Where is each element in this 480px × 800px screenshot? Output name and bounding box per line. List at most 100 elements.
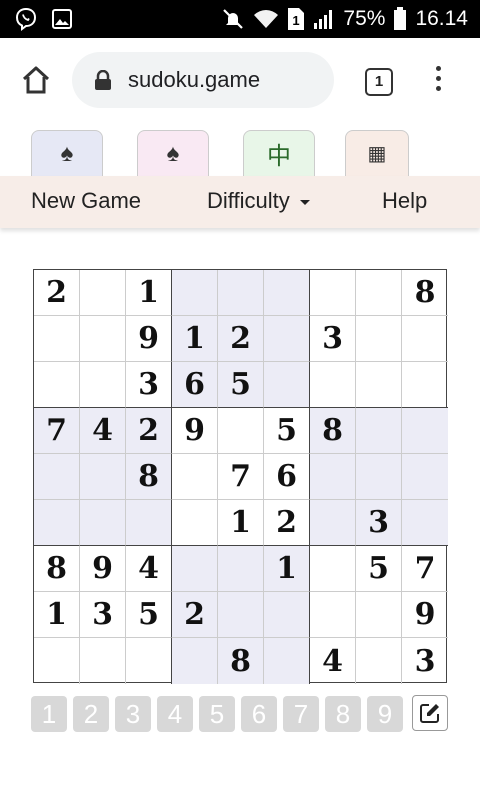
sudoku-cell[interactable] bbox=[80, 500, 126, 546]
help-button[interactable]: Help bbox=[382, 188, 427, 214]
sudoku-cell[interactable]: 7 bbox=[34, 408, 80, 454]
sudoku-cell[interactable] bbox=[34, 454, 80, 500]
sudoku-cell[interactable]: 2 bbox=[172, 592, 218, 638]
tab-mahjong[interactable]: 中 bbox=[243, 130, 315, 176]
sudoku-cell[interactable]: 7 bbox=[218, 454, 264, 500]
sudoku-cell[interactable] bbox=[126, 500, 172, 546]
sudoku-cell[interactable] bbox=[356, 638, 402, 684]
sudoku-cell[interactable]: 5 bbox=[264, 408, 310, 454]
sudoku-cell[interactable] bbox=[80, 270, 126, 316]
sudoku-cell[interactable]: 8 bbox=[310, 408, 356, 454]
sudoku-cell[interactable] bbox=[402, 316, 448, 362]
sudoku-cell[interactable]: 9 bbox=[172, 408, 218, 454]
difficulty-dropdown[interactable]: Difficulty bbox=[207, 188, 310, 214]
sudoku-cell[interactable]: 5 bbox=[356, 546, 402, 592]
sudoku-cell[interactable]: 1 bbox=[126, 270, 172, 316]
sudoku-cell[interactable]: 3 bbox=[126, 362, 172, 408]
sudoku-cell[interactable]: 3 bbox=[80, 592, 126, 638]
sudoku-cell[interactable] bbox=[356, 408, 402, 454]
number-key[interactable]: 8 bbox=[325, 696, 361, 732]
sudoku-cell[interactable]: 1 bbox=[172, 316, 218, 362]
sudoku-cell[interactable]: 7 bbox=[402, 546, 448, 592]
sudoku-cell[interactable]: 2 bbox=[34, 270, 80, 316]
sudoku-cell[interactable]: 4 bbox=[126, 546, 172, 592]
sudoku-cell[interactable] bbox=[264, 638, 310, 684]
sudoku-cell[interactable]: 4 bbox=[310, 638, 356, 684]
sudoku-cell[interactable]: 9 bbox=[80, 546, 126, 592]
sudoku-cell[interactable] bbox=[34, 316, 80, 362]
overflow-menu-button[interactable] bbox=[430, 66, 446, 94]
sudoku-cell[interactable] bbox=[356, 454, 402, 500]
sudoku-cell[interactable] bbox=[80, 316, 126, 362]
sudoku-cell[interactable] bbox=[264, 592, 310, 638]
sudoku-cell[interactable] bbox=[80, 454, 126, 500]
sudoku-cell[interactable] bbox=[402, 454, 448, 500]
sudoku-cell[interactable]: 4 bbox=[80, 408, 126, 454]
number-key[interactable]: 5 bbox=[199, 696, 235, 732]
sudoku-cell[interactable] bbox=[172, 500, 218, 546]
sudoku-cell[interactable] bbox=[172, 546, 218, 592]
sudoku-cell[interactable] bbox=[356, 270, 402, 316]
sudoku-cell[interactable]: 6 bbox=[172, 362, 218, 408]
sudoku-cell[interactable] bbox=[34, 362, 80, 408]
sudoku-cell[interactable]: 1 bbox=[218, 500, 264, 546]
sudoku-cell[interactable] bbox=[172, 454, 218, 500]
number-key[interactable]: 9 bbox=[367, 696, 403, 732]
sudoku-cell[interactable] bbox=[126, 638, 172, 684]
sudoku-cell[interactable] bbox=[264, 316, 310, 362]
tab-spades-1[interactable]: ♠ bbox=[31, 130, 103, 176]
number-key[interactable]: 7 bbox=[283, 696, 319, 732]
sudoku-cell[interactable] bbox=[80, 638, 126, 684]
sudoku-cell[interactable]: 8 bbox=[218, 638, 264, 684]
sudoku-cell[interactable] bbox=[402, 408, 448, 454]
sudoku-cell[interactable] bbox=[218, 270, 264, 316]
sudoku-cell[interactable]: 3 bbox=[402, 638, 448, 684]
number-key[interactable]: 2 bbox=[73, 696, 109, 732]
sudoku-cell[interactable] bbox=[310, 454, 356, 500]
sudoku-cell[interactable] bbox=[310, 592, 356, 638]
sudoku-cell[interactable] bbox=[218, 408, 264, 454]
address-bar[interactable]: sudoku.game bbox=[72, 52, 334, 108]
sudoku-cell[interactable] bbox=[310, 546, 356, 592]
sudoku-cell[interactable]: 2 bbox=[218, 316, 264, 362]
number-key[interactable]: 4 bbox=[157, 696, 193, 732]
sudoku-cell[interactable] bbox=[356, 592, 402, 638]
sudoku-cell[interactable]: 2 bbox=[264, 500, 310, 546]
sudoku-cell[interactable]: 8 bbox=[126, 454, 172, 500]
sudoku-cell[interactable]: 8 bbox=[402, 270, 448, 316]
sudoku-cell[interactable] bbox=[172, 638, 218, 684]
sudoku-cell[interactable] bbox=[356, 316, 402, 362]
sudoku-cell[interactable]: 2 bbox=[126, 408, 172, 454]
sudoku-cell[interactable]: 3 bbox=[356, 500, 402, 546]
sudoku-cell[interactable]: 9 bbox=[402, 592, 448, 638]
tab-spades-2[interactable]: ♠ bbox=[137, 130, 209, 176]
sudoku-cell[interactable]: 9 bbox=[126, 316, 172, 362]
sudoku-cell[interactable]: 3 bbox=[310, 316, 356, 362]
tab-switcher-button[interactable]: 1 bbox=[365, 68, 393, 96]
tab-sudoku[interactable]: ▦ bbox=[345, 130, 409, 176]
sudoku-cell[interactable] bbox=[218, 592, 264, 638]
pencil-mode-button[interactable] bbox=[412, 695, 448, 731]
sudoku-cell[interactable] bbox=[402, 362, 448, 408]
sudoku-cell[interactable]: 6 bbox=[264, 454, 310, 500]
number-key[interactable]: 6 bbox=[241, 696, 277, 732]
sudoku-cell[interactable]: 1 bbox=[34, 592, 80, 638]
number-key[interactable]: 3 bbox=[115, 696, 151, 732]
sudoku-cell[interactable] bbox=[172, 270, 218, 316]
sudoku-cell[interactable]: 8 bbox=[34, 546, 80, 592]
sudoku-cell[interactable] bbox=[80, 362, 126, 408]
sudoku-cell[interactable] bbox=[34, 500, 80, 546]
sudoku-cell[interactable] bbox=[264, 362, 310, 408]
home-button[interactable] bbox=[20, 64, 52, 96]
sudoku-cell[interactable] bbox=[310, 500, 356, 546]
sudoku-cell[interactable]: 1 bbox=[264, 546, 310, 592]
sudoku-cell[interactable] bbox=[310, 362, 356, 408]
sudoku-cell[interactable] bbox=[264, 270, 310, 316]
sudoku-cell[interactable] bbox=[356, 362, 402, 408]
new-game-button[interactable]: New Game bbox=[31, 188, 141, 214]
sudoku-cell[interactable] bbox=[402, 500, 448, 546]
number-key[interactable]: 1 bbox=[31, 696, 67, 732]
sudoku-cell[interactable] bbox=[218, 546, 264, 592]
sudoku-cell[interactable] bbox=[34, 638, 80, 684]
sudoku-cell[interactable]: 5 bbox=[218, 362, 264, 408]
